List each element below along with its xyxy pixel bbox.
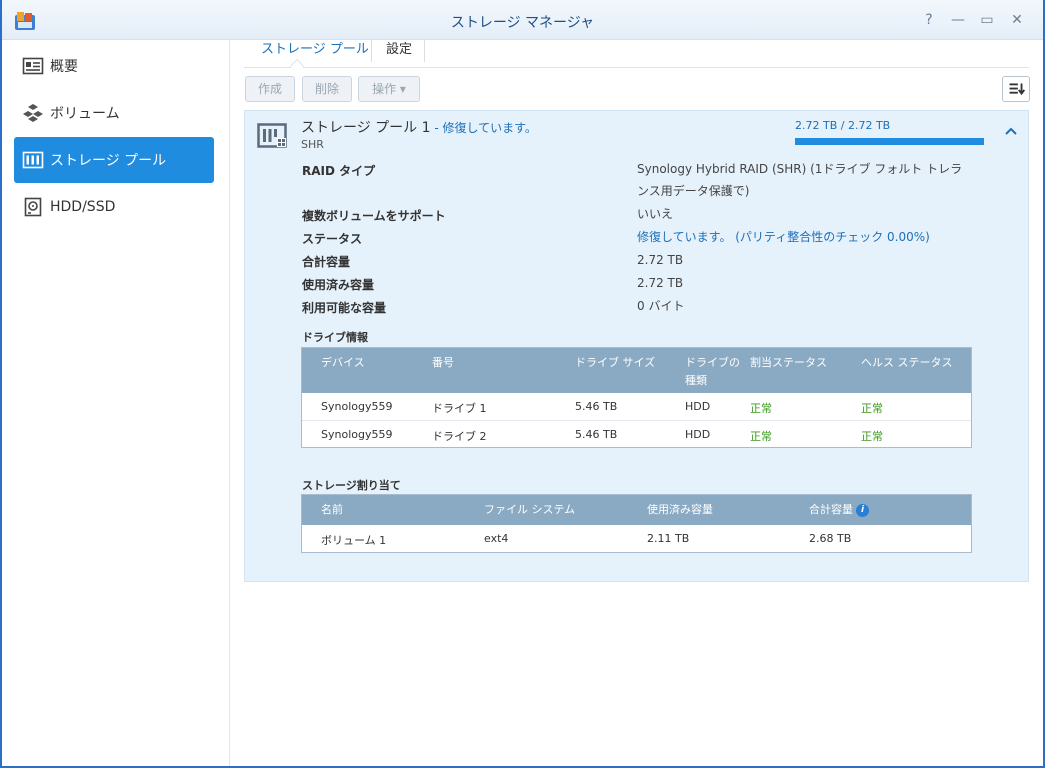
prop-label-status: ステータス	[302, 232, 363, 246]
sidebar-item-label: ボリューム	[50, 106, 120, 122]
table-header: デバイス 番号 ドライブ サイズ ドライブの種類 割当ステータス ヘルス ステー…	[302, 348, 971, 393]
table-header: 名前 ファイル システム 使用済み容量 合計容量 i	[302, 495, 971, 525]
window-title: ストレージ マネージャ	[450, 15, 595, 31]
tab-settings[interactable]: 設定	[386, 40, 412, 68]
table-cell: ドライブ 1	[432, 402, 487, 415]
prop-label-multi-volume: 複数ボリュームをサポート	[302, 209, 446, 223]
overview-icon	[22, 57, 44, 75]
sidebar-item-storage-pool[interactable]: ストレージ プール	[14, 137, 214, 183]
storage-pool-icon	[22, 151, 44, 169]
prop-value-status: 修復しています。 (パリティ整合性のチェック 0.00%)	[637, 230, 930, 244]
drive-info-table: デバイス 番号 ドライブ サイズ ドライブの種類 割当ステータス ヘルス ステー…	[301, 347, 972, 448]
pool-type: SHR	[301, 138, 324, 151]
table-cell: 正常	[750, 402, 772, 415]
sort-list-icon	[1009, 83, 1026, 96]
help-icon[interactable]: ?	[918, 10, 940, 30]
table-cell: 5.46 TB	[575, 400, 618, 413]
sidebar-item-hdd-ssd[interactable]: HDD/SSD	[14, 184, 214, 230]
column-header: 合計容量	[809, 503, 853, 516]
tab-bar: ストレージ プール 設定	[244, 40, 1029, 74]
pool-name: ストレージ プール 1	[301, 120, 431, 136]
table-cell: Synology559	[321, 428, 393, 441]
sidebar-item-volume[interactable]: ボリューム	[14, 90, 214, 136]
prop-value-used-capacity: 2.72 TB	[637, 276, 684, 290]
prop-label-raid-type: RAID タイプ	[302, 164, 376, 178]
column-header[interactable]: 番号	[432, 354, 454, 372]
table-row[interactable]: Synology559 ドライブ 2 5.46 TB HDD 正常 正常	[302, 420, 971, 447]
pool-usage-bar	[795, 138, 984, 145]
close-icon[interactable]: ✕	[1006, 10, 1028, 30]
column-header[interactable]: 名前	[321, 501, 343, 519]
table-cell: 2.68 TB	[809, 532, 852, 545]
pool-usage-fill	[795, 138, 984, 145]
pool-usage-text: 2.72 TB / 2.72 TB	[795, 119, 891, 132]
table-cell: 正常	[861, 430, 883, 443]
action-dropdown-button[interactable]: 操作 ▾	[358, 76, 420, 102]
column-header[interactable]: デバイス	[321, 354, 365, 372]
hdd-icon	[24, 197, 42, 217]
sidebar-item-overview[interactable]: 概要	[14, 43, 214, 89]
column-header[interactable]: ドライブの種類	[685, 354, 747, 390]
column-header[interactable]: 使用済み容量	[647, 501, 713, 519]
prop-value-available-capacity: 0 バイト	[637, 299, 685, 313]
table-cell: 5.46 TB	[575, 428, 618, 441]
maximize-icon[interactable]: ▭	[976, 10, 998, 30]
column-header[interactable]: 割当ステータス	[750, 354, 827, 372]
minimize-icon[interactable]: —	[947, 10, 969, 30]
storage-allocation-table: 名前 ファイル システム 使用済み容量 合計容量 i ボリューム 1 ext4 2…	[301, 494, 972, 553]
sidebar: 概要 ボリューム ストレージ プール HDD/SSD	[2, 40, 230, 766]
tab-divider	[424, 40, 425, 62]
prop-label-total-capacity: 合計容量	[302, 255, 351, 269]
info-icon[interactable]: i	[856, 503, 869, 517]
sidebar-item-label: HDD/SSD	[50, 199, 116, 215]
collapse-chevron-up-icon[interactable]	[1003, 125, 1019, 137]
pool-title: ストレージ プール 1 - 修復しています。	[301, 117, 537, 137]
sort-view-button[interactable]	[1002, 76, 1030, 102]
delete-button[interactable]: 削除	[302, 76, 352, 102]
storage-pool-icon	[257, 123, 287, 148]
table-cell: ドライブ 2	[432, 430, 487, 443]
prop-label-available-capacity: 利用可能な容量	[302, 301, 387, 315]
table-cell: ボリューム 1	[321, 534, 387, 547]
drive-info-heading: ドライブ情報	[302, 331, 368, 344]
column-header[interactable]: ドライブ サイズ	[575, 354, 655, 372]
storage-pool-panel: ストレージ プール 1 - 修復しています。 SHR 2.72 TB / 2.7…	[244, 110, 1029, 582]
column-header[interactable]: ファイル システム	[484, 501, 575, 519]
prop-value-raid-type: Synology Hybrid RAID (SHR) (1ドライブ フォルト ト…	[637, 162, 963, 198]
create-button[interactable]: 作成	[245, 76, 295, 102]
title-bar[interactable]: ストレージ マネージャ ? — ▭ ✕	[2, 0, 1043, 40]
table-cell: ext4	[484, 532, 509, 545]
prop-value-total-capacity: 2.72 TB	[637, 253, 684, 267]
prop-label-used-capacity: 使用済み容量	[302, 278, 375, 292]
table-cell: 2.11 TB	[647, 532, 690, 545]
prop-value-multi-volume: いいえ	[637, 207, 674, 221]
column-header[interactable]: ヘルス ステータス	[861, 354, 953, 372]
column-header-total-capacity[interactable]: 合計容量 i	[809, 501, 869, 519]
pool-status: - 修復しています。	[430, 121, 537, 135]
main-content: ストレージ プール 設定 作成 削除 操作 ▾ ストレージ プール 1 - 修復…	[230, 40, 1043, 766]
table-row[interactable]: ボリューム 1 ext4 2.11 TB 2.68 TB	[302, 525, 971, 552]
volume-icon	[23, 104, 43, 122]
table-row[interactable]: Synology559 ドライブ 1 5.46 TB HDD 正常 正常	[302, 393, 971, 420]
sidebar-item-label: ストレージ プール	[50, 153, 167, 169]
table-cell: Synology559	[321, 400, 393, 413]
table-cell: 正常	[750, 430, 772, 443]
sidebar-item-label: 概要	[50, 59, 78, 75]
tab-divider	[371, 40, 372, 62]
storage-manager-window: ストレージ マネージャ ? — ▭ ✕ 概要 ボリューム ストレージ プール H…	[0, 0, 1045, 768]
table-cell: 正常	[861, 402, 883, 415]
tab-storage-pool[interactable]: ストレージ プール	[261, 40, 369, 68]
table-cell: HDD	[685, 400, 711, 413]
storage-allocation-heading: ストレージ割り当て	[302, 479, 401, 492]
table-cell: HDD	[685, 428, 711, 441]
